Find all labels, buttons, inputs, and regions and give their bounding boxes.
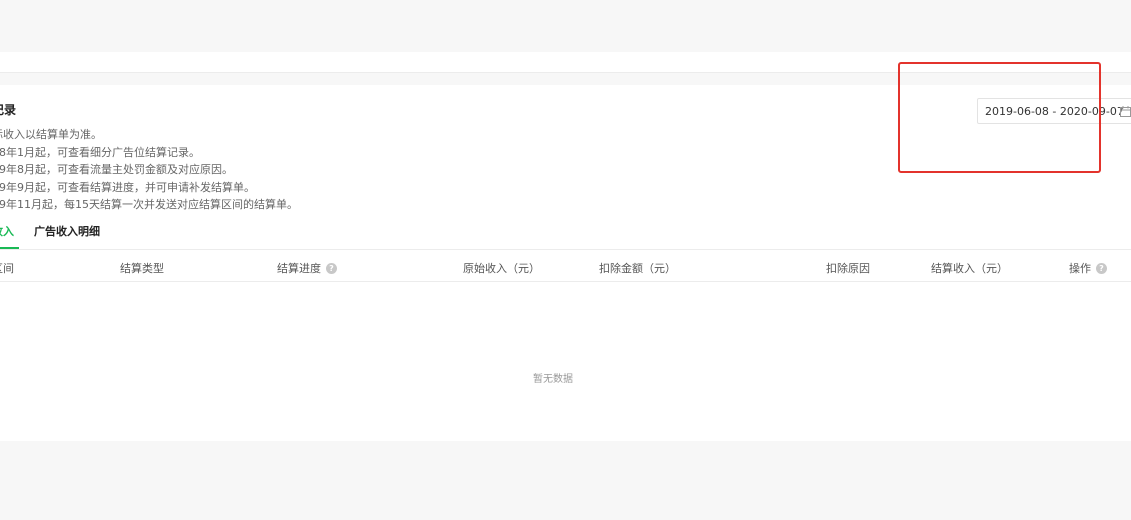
note-item: 际收入以结算单为准。 [0, 128, 102, 141]
note-item: 19年9月起，可查看结算进度，并可申请补发结算单。 [0, 180, 255, 194]
column-header: 结算收入（元） [931, 260, 1008, 276]
column-header: 扣除原因 [826, 260, 870, 276]
section-title: 记录 [0, 103, 17, 117]
column-label: 扣除原因 [826, 262, 870, 275]
column-label: 结算类型 [120, 262, 164, 275]
column-label: 操作 [1069, 262, 1091, 275]
column-label: 结算进度 [277, 262, 321, 275]
note-item: 18年1月起，可查看细分广告位结算记录。 [0, 145, 200, 159]
tab-income[interactable]: 收入 [0, 223, 14, 239]
column-label: 结算收入（元） [931, 262, 1008, 275]
table-header: 区间 结算类型 结算进度 ? 原始收入（元） 扣除金额（元） 扣除原因 结算收入… [0, 250, 1131, 282]
note-item: 19年8月起，可查看流量主处罚金额及对应原因。 [0, 163, 233, 176]
column-header: 操作 ? [1069, 260, 1107, 276]
column-label: 扣除金额（元） [599, 262, 676, 275]
calendar-icon[interactable] [1120, 106, 1131, 120]
highlight-annotation-box [898, 62, 1101, 173]
column-header: 区间 [0, 260, 14, 276]
column-header: 扣除金额（元） [599, 260, 676, 276]
column-label: 区间 [0, 262, 14, 275]
active-tab-indicator [0, 247, 19, 249]
top-bar [0, 0, 1131, 52]
note-item: 19年11月起，每15天结算一次并发送对应结算区间的结算单。 [0, 198, 298, 211]
empty-state-text: 暂无数据 [533, 374, 573, 385]
help-icon[interactable]: ? [326, 262, 337, 274]
help-icon[interactable]: ? [1096, 262, 1107, 274]
column-header: 原始收入（元） [463, 260, 540, 276]
tab-ad-income-detail[interactable]: 广告收入明细 [34, 223, 100, 239]
tab-bar: 收入 广告收入明细 [0, 220, 1131, 250]
column-label: 原始收入（元） [463, 262, 540, 275]
column-header: 结算进度 ? [277, 260, 337, 276]
notes-list: 际收入以结算单为准。 18年1月起，可查看细分广告位结算记录。 19年8月起，可… [0, 126, 298, 214]
column-header: 结算类型 [120, 260, 164, 276]
